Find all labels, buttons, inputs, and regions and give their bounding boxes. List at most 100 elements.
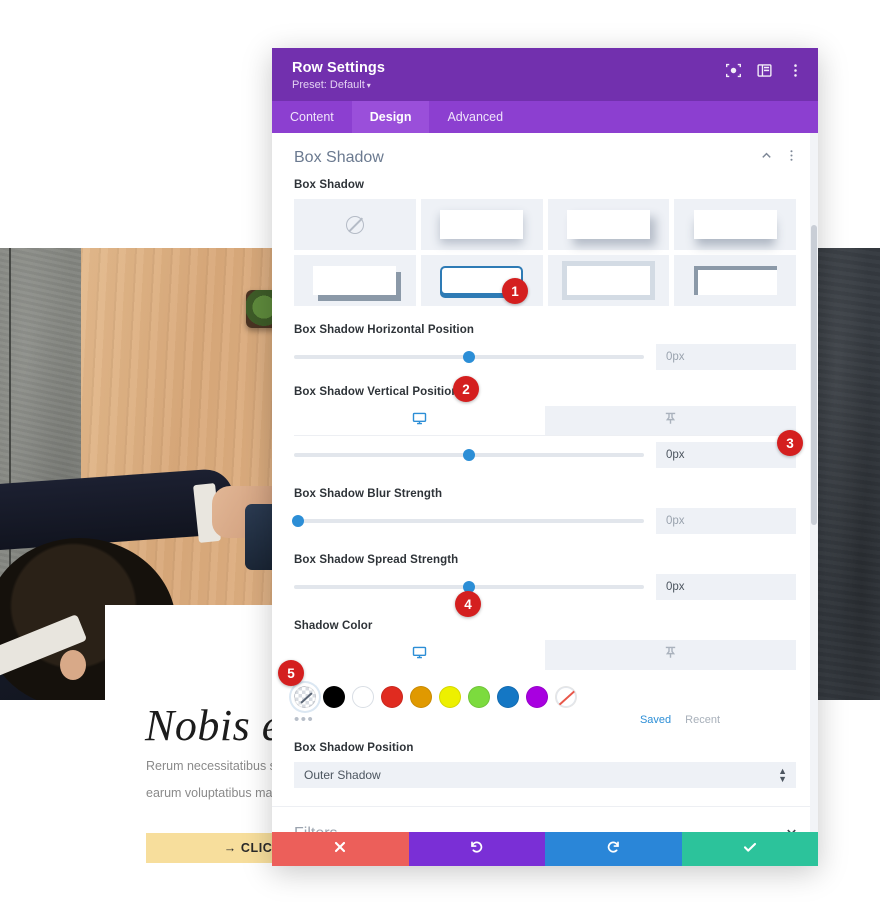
- hover-icon-button[interactable]: [545, 640, 796, 670]
- no-shadow-icon: [345, 215, 364, 234]
- save-button[interactable]: [681, 832, 818, 866]
- callout-badge-1: 1: [502, 278, 528, 304]
- close-icon: [333, 840, 347, 859]
- horizontal-position-label: Box Shadow Horizontal Position: [294, 324, 474, 336]
- preset-all-around[interactable]: [547, 255, 670, 306]
- desktop-icon: [412, 411, 427, 431]
- color-picker-swatch[interactable]: [294, 686, 316, 708]
- swatch-none[interactable]: [555, 686, 577, 708]
- preset-hard-offset[interactable]: [294, 255, 416, 306]
- callout-badge-2: 2: [453, 376, 479, 402]
- box-shadow-position-value: Outer Shadow: [304, 768, 381, 782]
- swatch-black[interactable]: [323, 686, 345, 708]
- preset-bottom-heavy[interactable]: [674, 199, 796, 250]
- horizontal-position-slider[interactable]: [294, 347, 644, 367]
- chevron-down-icon[interactable]: [785, 825, 798, 832]
- box-shadow-section-header: Box Shadow: [272, 133, 818, 175]
- modal-header: Row Settings Preset: Default ▾: [272, 48, 818, 101]
- preset-thumb: [566, 266, 650, 295]
- swatch-purple[interactable]: [526, 686, 548, 708]
- preset-inset-top-left[interactable]: [674, 255, 796, 306]
- check-icon: [742, 839, 758, 860]
- slider-track: [294, 519, 644, 523]
- desktop-icon-button[interactable]: [294, 640, 545, 670]
- modal-tabs: Content Design Advanced: [272, 101, 818, 133]
- horizontal-position-field: Box Shadow Horizontal Position 0px: [272, 320, 818, 370]
- recent-colors-tab[interactable]: Recent: [685, 714, 720, 726]
- slider-knob[interactable]: [463, 351, 475, 363]
- tab-design[interactable]: Design: [351, 101, 430, 133]
- modal-scrollbar-track[interactable]: [810, 133, 818, 832]
- section-title: Box Shadow: [294, 149, 384, 166]
- swatch-red[interactable]: [381, 686, 403, 708]
- chevron-up-icon[interactable]: [760, 149, 773, 167]
- kebab-menu-icon[interactable]: [785, 149, 798, 167]
- vertical-position-responsive-bar: [294, 406, 796, 436]
- pin-icon: [663, 411, 678, 431]
- preset-thumb: [440, 210, 524, 239]
- swatch-white[interactable]: [352, 686, 374, 708]
- spread-strength-field: Box Shadow Spread Strength 0px: [272, 550, 818, 600]
- box-shadow-preset-grid: [294, 199, 796, 306]
- undo-icon: [469, 839, 484, 859]
- redo-icon: [606, 839, 621, 859]
- saved-colors-tab[interactable]: Saved: [640, 714, 671, 726]
- tab-advanced[interactable]: Advanced: [429, 101, 521, 133]
- vertical-position-input[interactable]: 0px: [656, 442, 796, 468]
- desktop-icon-button[interactable]: [294, 406, 545, 435]
- swatch-orange[interactable]: [410, 686, 432, 708]
- pin-icon: [663, 645, 678, 665]
- preset-thumb: [313, 266, 397, 295]
- vertical-position-slider[interactable]: [294, 445, 644, 465]
- hover-icon-button[interactable]: [545, 406, 796, 435]
- color-meta-row: ••• Saved Recent: [272, 710, 818, 727]
- filters-title: Filters: [294, 825, 785, 832]
- redo-button[interactable]: [545, 832, 682, 866]
- blur-strength-field: Box Shadow Blur Strength 0px: [272, 484, 818, 534]
- box-shadow-position-field: Box Shadow Position: [272, 738, 818, 754]
- tab-content[interactable]: Content: [272, 101, 352, 133]
- box-shadow-position-select[interactable]: Outer Shadow ▲ ▼: [294, 762, 796, 788]
- callout-badge-3: 3: [777, 430, 803, 456]
- swatch-yellow[interactable]: [439, 686, 461, 708]
- spread-strength-input[interactable]: 0px: [656, 574, 796, 600]
- slider-knob[interactable]: [291, 515, 304, 527]
- layout-panel-icon[interactable]: [756, 62, 773, 79]
- undo-button[interactable]: [408, 832, 545, 866]
- more-colors-button[interactable]: •••: [294, 712, 314, 727]
- modal-body: Box Shadow Box Shadow Box Shadow Horizon…: [272, 133, 818, 832]
- blur-strength-label: Box Shadow Blur Strength: [294, 488, 443, 500]
- horizontal-position-input[interactable]: 0px: [656, 344, 796, 370]
- spread-strength-label: Box Shadow Spread Strength: [294, 554, 459, 566]
- screenshot-stage: Nobis est Rerum necessitatibus saepe rec…: [0, 0, 880, 902]
- slider-knob[interactable]: [463, 449, 475, 461]
- preset-bottom-soft[interactable]: [420, 199, 543, 250]
- cancel-button[interactable]: [272, 832, 409, 866]
- filters-section-header[interactable]: Filters: [272, 807, 818, 832]
- blur-strength-row: 0px: [291, 508, 796, 534]
- photo-ear: [60, 650, 86, 680]
- swatch-blue[interactable]: [497, 686, 519, 708]
- modal-scrollbar-thumb[interactable]: [811, 225, 817, 525]
- preset-thumb: [693, 210, 777, 239]
- box-shadow-label: Box Shadow: [294, 179, 365, 191]
- preset-thumb: [693, 266, 777, 295]
- focus-icon[interactable]: [725, 62, 742, 79]
- select-updown-icon: ▲ ▼: [778, 766, 787, 784]
- blur-strength-input[interactable]: 0px: [656, 508, 796, 534]
- vertical-position-row: 0px: [294, 442, 796, 468]
- modal-footer: [272, 832, 818, 866]
- horizontal-position-row: 0px: [294, 344, 796, 370]
- kebab-menu-icon[interactable]: [787, 62, 804, 79]
- color-swatch-row: [272, 672, 818, 708]
- preset-none[interactable]: [294, 199, 416, 250]
- callout-badge-5: 5: [278, 660, 304, 686]
- swatch-green[interactable]: [468, 686, 490, 708]
- shadow-color-responsive-bar: [294, 640, 796, 670]
- blur-strength-slider[interactable]: [291, 511, 644, 531]
- vertical-position-label: Box Shadow Vertical Position: [294, 386, 459, 398]
- preset-bottom-right-soft[interactable]: [547, 199, 670, 250]
- preset-label: Preset: Default: [292, 79, 365, 91]
- preset-selector[interactable]: Preset: Default ▾: [292, 79, 802, 91]
- section-actions: [760, 149, 798, 167]
